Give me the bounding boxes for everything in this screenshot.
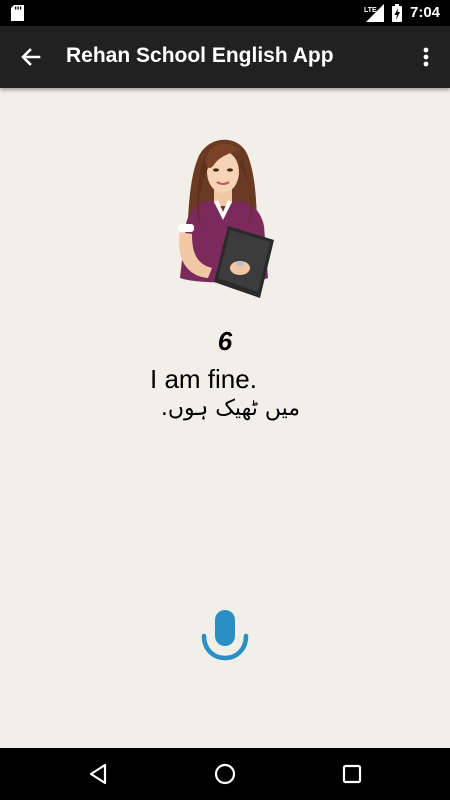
app-bar: Rehan School English App (0, 26, 450, 88)
battery-icon (392, 4, 402, 22)
arrow-back-icon (21, 48, 41, 66)
overflow-menu-button[interactable] (412, 40, 440, 74)
home-circle-icon (214, 763, 236, 785)
status-bar: LTE 7:04 (0, 0, 450, 26)
lte-signal-icon: LTE (364, 4, 384, 22)
nav-back-button[interactable] (84, 760, 112, 788)
app-title: Rehan School English App (66, 44, 334, 67)
status-clock: 7:04 (410, 4, 441, 21)
back-triangle-icon (89, 763, 107, 785)
lesson-number: 6 (217, 326, 233, 356)
back-button[interactable] (14, 40, 48, 74)
urdu-translation: میں ٹھیک ہوں. (160, 396, 300, 421)
recents-square-icon (342, 764, 362, 784)
english-sentence: I am fine. (150, 364, 257, 394)
microphone-button[interactable] (200, 608, 250, 664)
network-label: LTE (364, 7, 377, 14)
more-vert-icon (423, 47, 429, 67)
sd-card-icon (11, 5, 24, 21)
nav-home-button[interactable] (211, 760, 239, 788)
navigation-bar (0, 748, 450, 800)
nav-recents-button[interactable] (338, 760, 366, 788)
microphone-icon (201, 610, 249, 661)
teacher-avatar (178, 139, 274, 298)
